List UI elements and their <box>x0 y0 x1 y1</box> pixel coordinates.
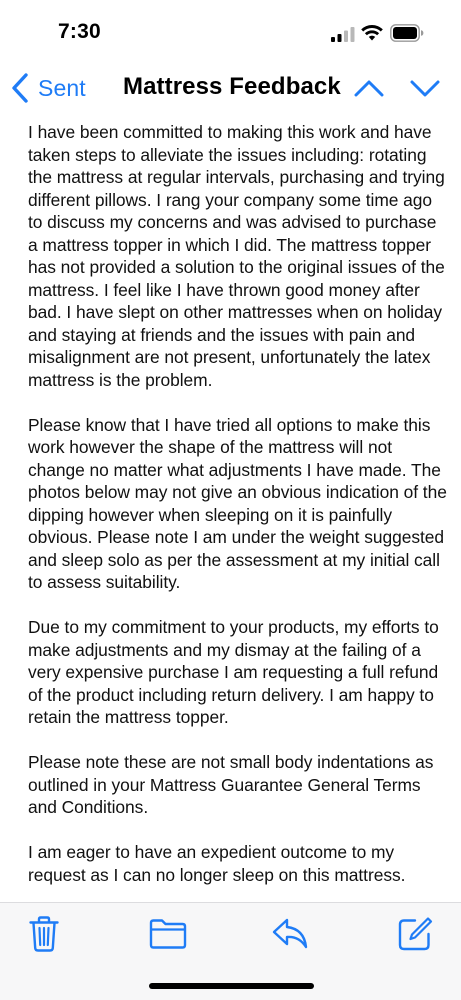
trash-icon[interactable] <box>29 916 59 952</box>
message-paragraph: I am eager to have an expedient outcome … <box>28 842 406 885</box>
back-button[interactable]: Sent <box>8 68 98 108</box>
message-body: I have been committed to making this wor… <box>28 121 448 901</box>
mail-screen: 7:30 Sent Mattress Feedback I have been … <box>0 0 461 1000</box>
folder-icon[interactable] <box>149 918 187 950</box>
message-paragraph: Please know that I have tried all option… <box>28 414 447 593</box>
message-paragraph: Please note these are not small body ind… <box>28 752 434 817</box>
status-bar: 7:30 <box>0 0 461 60</box>
nav-bar: Sent Mattress Feedback <box>0 60 461 116</box>
cellular-signal-icon <box>331 27 355 42</box>
wifi-icon <box>361 25 383 41</box>
page-title: Mattress Feedback <box>123 73 341 100</box>
status-time: 7:30 <box>58 20 101 43</box>
compose-icon[interactable] <box>397 916 433 952</box>
reply-icon[interactable] <box>271 916 309 950</box>
next-message-button[interactable] <box>408 74 442 102</box>
back-label: Sent <box>38 74 86 101</box>
home-indicator[interactable] <box>149 983 314 989</box>
battery-icon <box>390 24 424 42</box>
previous-message-button[interactable] <box>352 74 386 102</box>
message-paragraph: Due to my commitment to your products, m… <box>28 617 439 727</box>
message-paragraph: I have been committed to making this wor… <box>28 122 445 390</box>
chevron-left-icon <box>12 73 28 103</box>
